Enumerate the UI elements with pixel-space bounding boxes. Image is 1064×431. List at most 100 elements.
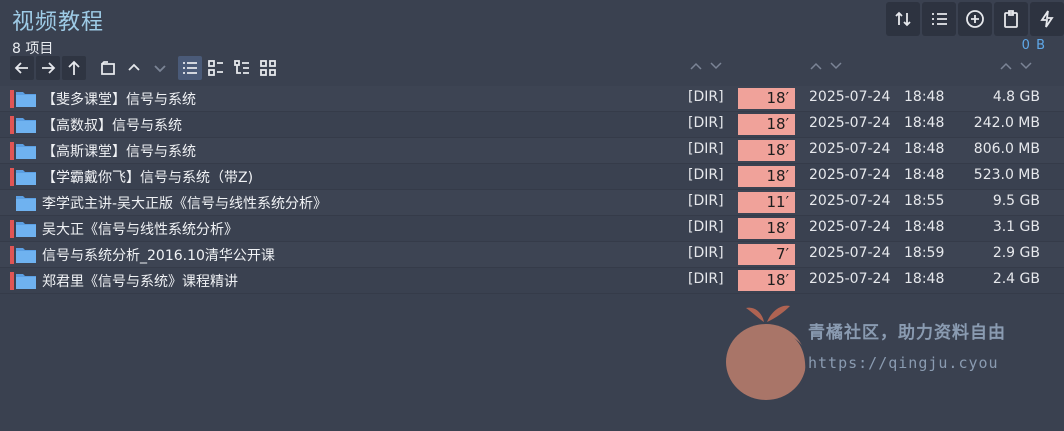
caret-up-icon (128, 63, 140, 71)
selection-marker (10, 142, 14, 160)
item-count-badge: 18′ (738, 270, 795, 291)
file-type: [DIR] (688, 167, 724, 183)
type-sort-carets[interactable] (689, 60, 723, 76)
file-size: 242.0 MB (973, 115, 1040, 131)
file-size: 3.1 GB (992, 219, 1040, 235)
file-date: 2025-07-24 (809, 167, 891, 183)
item-count-badge: 7′ (738, 244, 795, 265)
up-arrow-icon (68, 60, 80, 75)
file-date: 2025-07-24 (809, 89, 891, 105)
grid-view-icon (260, 60, 276, 76)
selection-marker (10, 220, 14, 238)
total-size: 0 B (1021, 38, 1046, 53)
folder-icon (16, 246, 36, 263)
watermark-url: https://qingju.cyou (808, 354, 999, 372)
file-list: 【斐多课堂】信号与系统 [DIR] 18′ 2025-07-24 18:48 4… (0, 86, 1064, 294)
table-row[interactable]: 【学霸戴你飞】信号与系统（带Z) [DIR] 18′ 2025-07-24 18… (0, 164, 1064, 190)
item-count-badge: 18′ (738, 166, 795, 187)
table-row[interactable]: 吴大正《信号与线性系统分析》 [DIR] 18′ 2025-07-24 18:4… (0, 216, 1064, 242)
size-sort-carets[interactable] (999, 60, 1033, 76)
sort-asc-button[interactable] (122, 56, 146, 80)
file-name: 郑君里《信号与系统》课程精讲 (42, 274, 238, 290)
file-name: 李学武主讲-吴大正版《信号与线性系统分析》 (42, 196, 328, 212)
toolbar-right (886, 2, 1064, 36)
open-folder-button[interactable] (96, 56, 120, 80)
folder-icon (16, 168, 36, 185)
list-view-button[interactable] (922, 2, 956, 36)
folder-icon (16, 220, 36, 237)
file-time: 18:55 (904, 193, 945, 209)
file-date: 2025-07-24 (809, 115, 891, 131)
caret-down-icon (1020, 62, 1032, 70)
item-count-badge: 18′ (738, 114, 795, 135)
table-row[interactable]: 【斐多课堂】信号与系统 [DIR] 18′ 2025-07-24 18:48 4… (0, 86, 1064, 112)
nav-bar (10, 56, 280, 80)
item-count-badge: 11′ (738, 192, 795, 213)
table-row[interactable]: 【高数叔】信号与系统 [DIR] 18′ 2025-07-24 18:48 24… (0, 112, 1064, 138)
file-type: [DIR] (688, 141, 724, 157)
small-icons-view-button[interactable] (204, 56, 228, 80)
action-button[interactable] (1030, 2, 1064, 36)
table-row[interactable]: 李学武主讲-吴大正版《信号与线性系统分析》 [DIR] 11′ 2025-07-… (0, 190, 1064, 216)
tree-view-button[interactable] (230, 56, 254, 80)
file-date: 2025-07-24 (809, 141, 891, 157)
tree-view-icon (234, 60, 249, 74)
file-type: [DIR] (688, 115, 724, 131)
sort-icon (895, 11, 911, 27)
file-type: [DIR] (688, 89, 724, 105)
file-size: 2.9 GB (992, 245, 1040, 261)
selection-marker (10, 116, 14, 134)
forward-arrow-icon (42, 62, 56, 74)
item-count-badge: 18′ (738, 140, 795, 161)
file-time: 18:59 (904, 245, 945, 261)
file-size: 806.0 MB (973, 141, 1040, 157)
file-name: 信号与系统分析_2016.10清华公开课 (42, 248, 275, 264)
back-arrow-icon (14, 62, 28, 74)
caret-up-icon (810, 62, 822, 70)
item-count: 8 项目 (12, 41, 54, 57)
clipboard-button[interactable] (994, 2, 1028, 36)
date-sort-carets[interactable] (809, 60, 843, 76)
file-date: 2025-07-24 (809, 271, 891, 287)
page-title: 视频教程 (12, 10, 105, 35)
file-date: 2025-07-24 (809, 219, 891, 235)
back-button[interactable] (10, 56, 34, 80)
file-time: 18:48 (904, 271, 945, 287)
file-type: [DIR] (688, 245, 724, 261)
grid-view-button[interactable] (256, 56, 280, 80)
details-view-icon (183, 62, 197, 74)
file-time: 18:48 (904, 115, 945, 131)
item-count-badge: 18′ (738, 218, 795, 239)
folder-icon (16, 142, 36, 159)
watermark-logo (724, 300, 810, 402)
caret-up-icon (1000, 62, 1012, 70)
selection-marker (10, 272, 14, 290)
table-row[interactable]: 【高斯课堂】信号与系统 [DIR] 18′ 2025-07-24 18:48 8… (0, 138, 1064, 164)
add-button[interactable] (958, 2, 992, 36)
caret-down-icon (154, 65, 166, 73)
table-row[interactable]: 信号与系统分析_2016.10清华公开课 [DIR] 7′ 2025-07-24… (0, 242, 1064, 268)
details-view-button[interactable] (178, 56, 202, 80)
file-size: 9.5 GB (992, 193, 1040, 209)
file-type: [DIR] (688, 193, 724, 209)
forward-button[interactable] (36, 56, 60, 80)
caret-down-icon (710, 62, 722, 70)
selection-marker (10, 90, 14, 108)
table-row[interactable]: 郑君里《信号与系统》课程精讲 [DIR] 18′ 2025-07-24 18:4… (0, 268, 1064, 294)
file-time: 18:48 (904, 89, 945, 105)
up-button[interactable] (62, 56, 86, 80)
file-name: 【高数叔】信号与系统 (42, 118, 182, 134)
item-count-badge: 18′ (738, 88, 795, 109)
file-size: 2.4 GB (992, 271, 1040, 287)
file-name: 【斐多课堂】信号与系统 (42, 92, 196, 108)
file-type: [DIR] (688, 219, 724, 235)
file-name: 【高斯课堂】信号与系统 (42, 144, 196, 160)
caret-up-icon (690, 62, 702, 70)
folder-open-icon (101, 61, 115, 75)
sort-desc-button[interactable] (148, 56, 172, 80)
folder-icon (16, 116, 36, 133)
file-type: [DIR] (688, 271, 724, 287)
folder-icon (16, 90, 36, 107)
file-size: 523.0 MB (973, 167, 1040, 183)
sort-button[interactable] (886, 2, 920, 36)
